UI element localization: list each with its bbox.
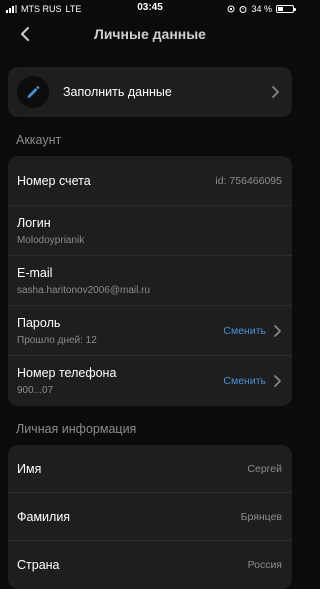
fill-data-label: Заполнить данные [63,85,172,99]
email-label: E-mail [17,265,53,280]
back-button[interactable] [16,25,34,43]
last-name-label: Фамилия [17,509,71,524]
page-title: Личные данные [94,26,206,42]
change-phone-button[interactable]: Сменить [223,375,266,387]
login-label: Логин [17,215,51,230]
email-row[interactable]: E-mail sasha.haritonov2006@mail.ru [8,256,292,306]
account-section-title: Аккаунт [16,133,62,147]
personal-section-title: Личная информация [16,422,137,436]
fill-data-button[interactable]: Заполнить данные [8,67,292,117]
chevron-left-icon [21,27,29,41]
account-card: Номер счета id: 756466095 Логин Molodoyp… [8,156,292,406]
phone-value: 900...07 [17,385,54,396]
first-name-row[interactable]: Имя Сергей [8,445,292,493]
navbar: Личные данные [0,17,300,51]
password-label: Пароль [17,315,61,330]
country-row[interactable]: Страна Россия [8,541,292,589]
pencil-icon [27,86,40,98]
first-name-value: Сергей [247,462,282,475]
chevron-right-icon [272,324,282,337]
country-label: Страна [17,558,60,572]
email-value: sasha.haritonov2006@mail.ru [17,284,151,296]
change-password-button[interactable]: Сменить [223,325,266,337]
last-name-value: Брянцев [240,510,282,523]
account-number-label: Номер счета [17,173,91,188]
login-row[interactable]: Логин Molodoyprianik [8,206,292,256]
login-value: Molodoyprianik [17,234,85,246]
status-bar: MTS RUS LTE 03:45 34 % [0,0,300,17]
status-time: 03:45 [137,2,163,13]
phone-row[interactable]: Номер телефона 900...07 Сменить [8,356,292,406]
country-value: Россия [247,559,282,571]
battery-icon [276,4,296,13]
first-name-label: Имя [17,461,42,476]
chevron-right-icon [270,86,280,98]
password-age: Прошло дней: 12 [17,334,97,346]
account-number-value: id: 756466095 [215,174,282,187]
chevron-right-icon [272,375,282,387]
account-number-row: Номер счета id: 756466095 [8,156,292,206]
phone-label: Номер телефона [17,366,117,380]
pencil-icon-container [17,76,49,108]
personal-card: Имя Сергей Фамилия Брянцев Страна Россия [8,445,292,589]
password-row[interactable]: Пароль Прошло дней: 12 Сменить [8,306,292,356]
